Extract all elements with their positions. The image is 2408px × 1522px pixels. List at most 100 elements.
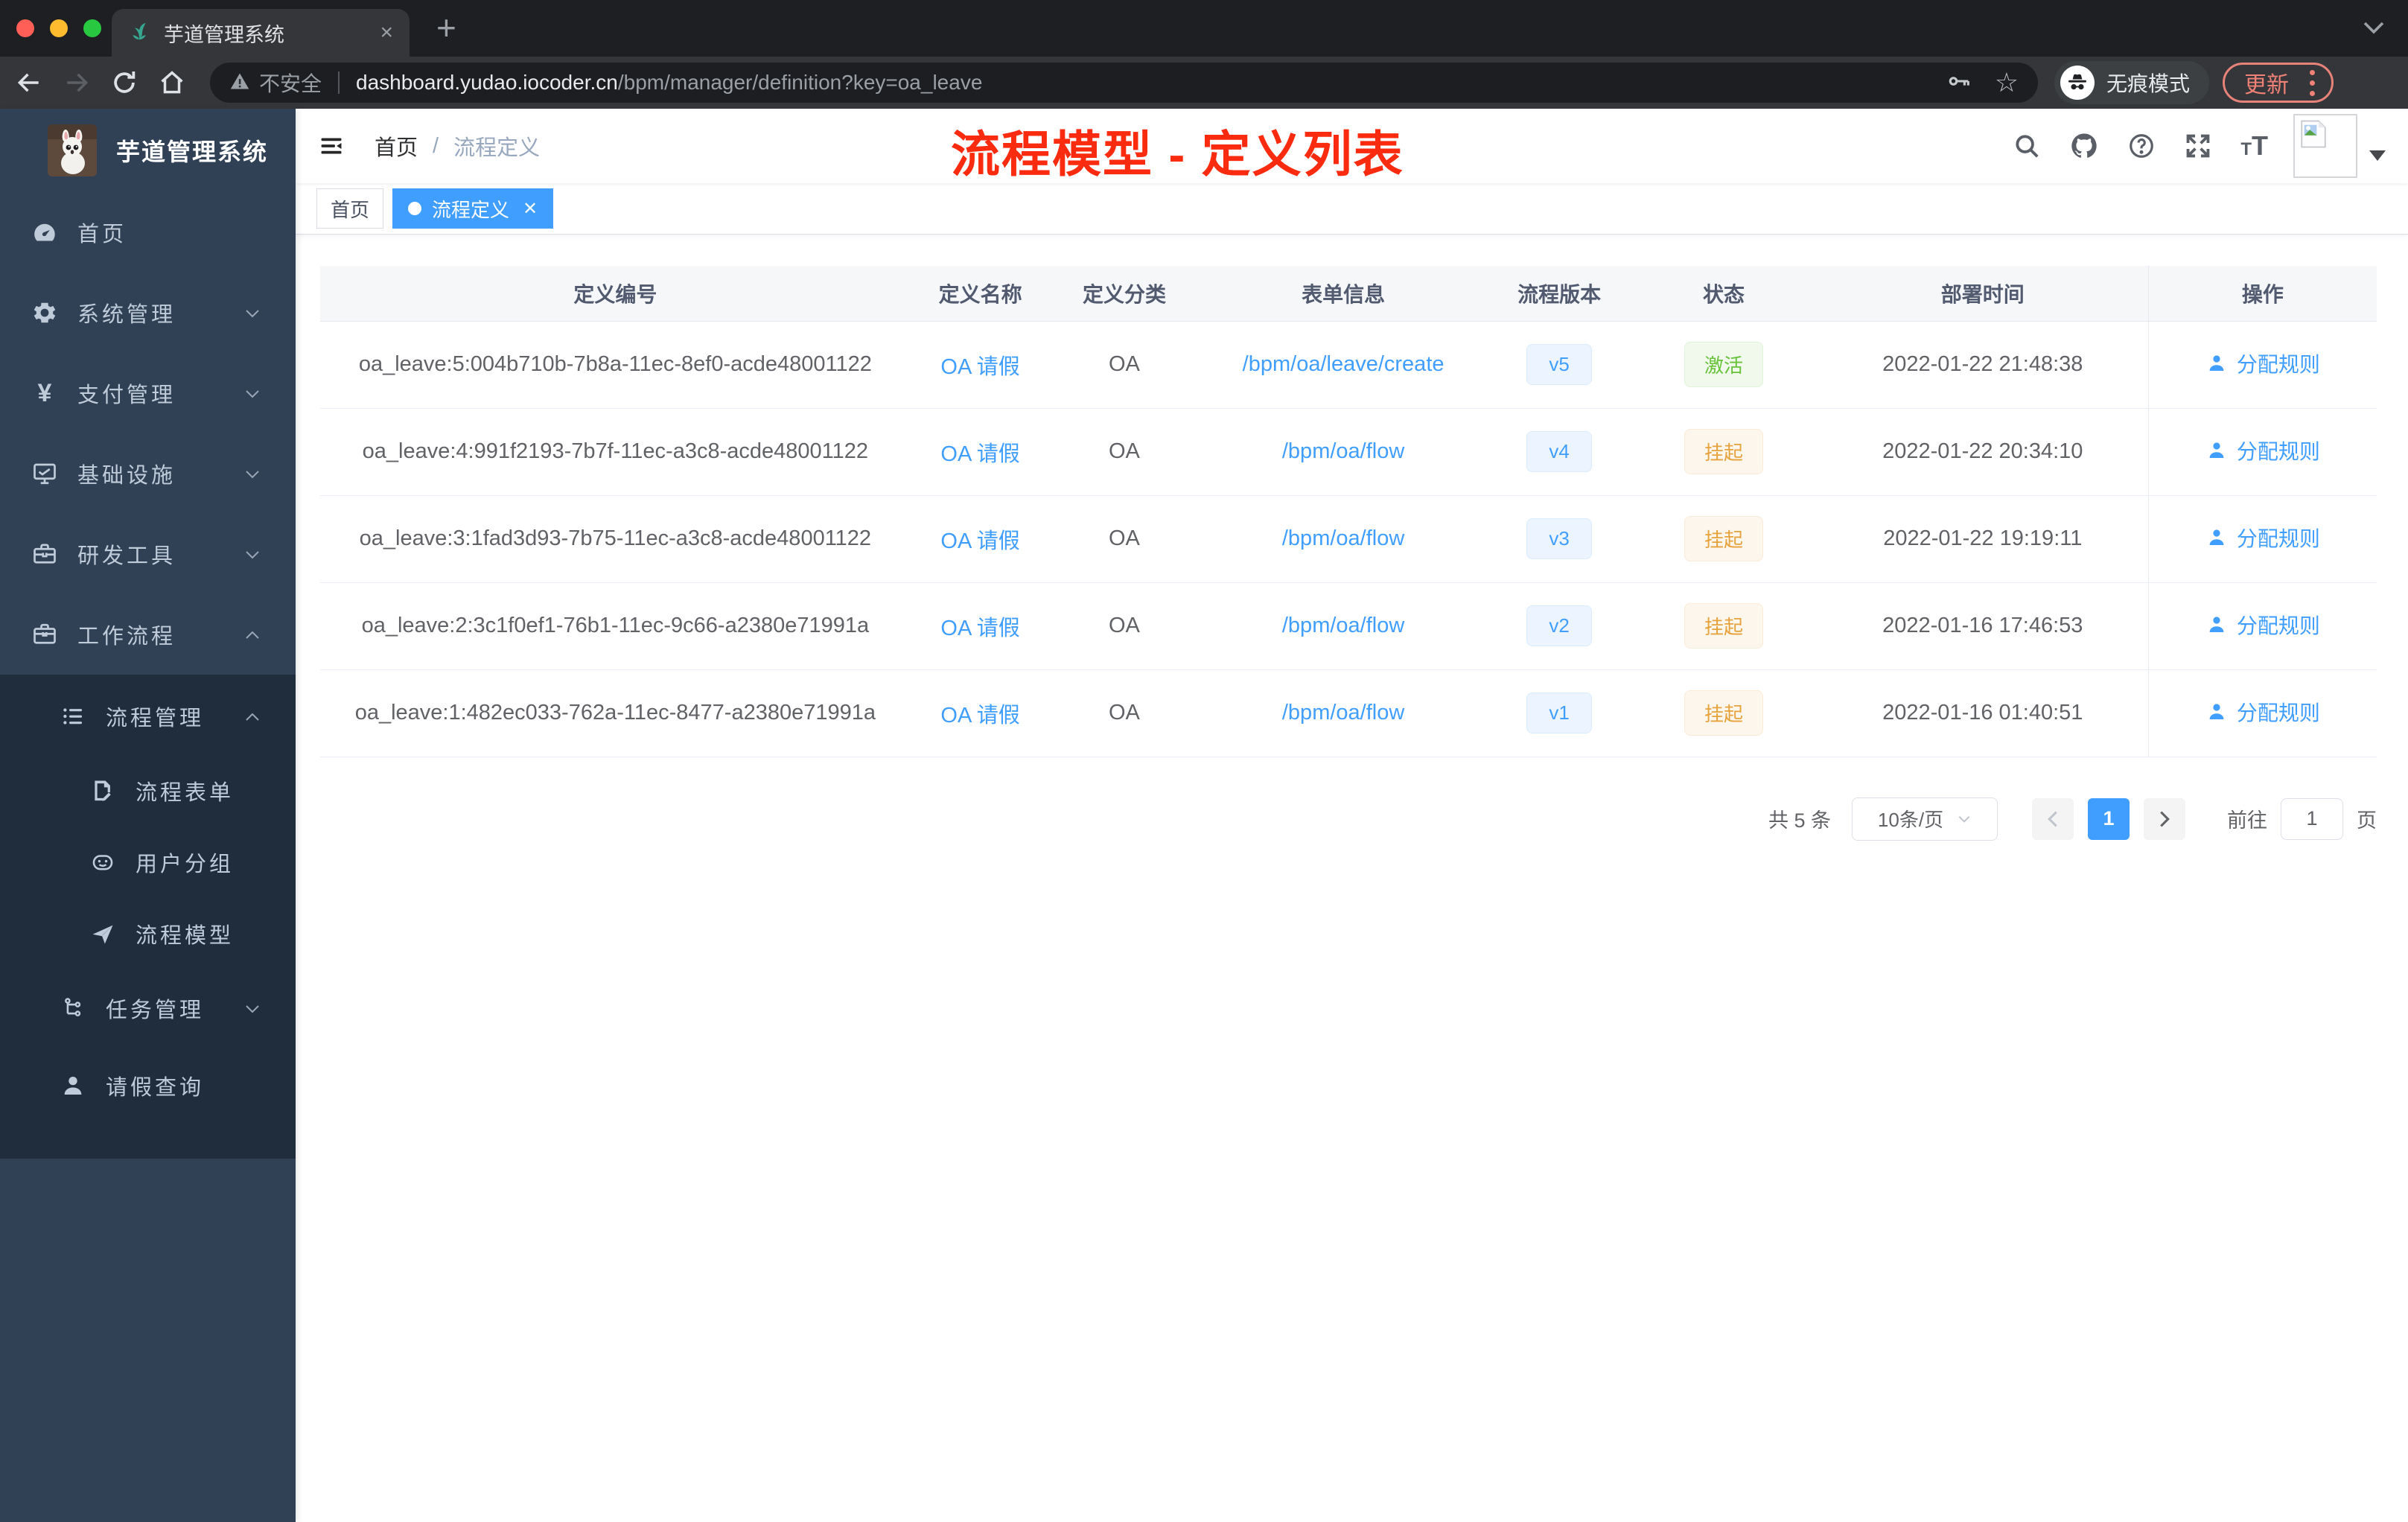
assign-rule-button[interactable]: 分配规则 xyxy=(2205,436,2320,465)
sidebar-item-system[interactable]: 系统管理 xyxy=(0,273,296,353)
close-window-button[interactable] xyxy=(16,19,34,37)
goto-page-input[interactable]: 1 xyxy=(2281,797,2343,840)
search-icon[interactable] xyxy=(2013,132,2041,160)
incognito-icon xyxy=(2060,66,2095,100)
page-size-select[interactable]: 10条/页 xyxy=(1852,797,1998,841)
col-status: 状态 xyxy=(1630,266,1818,322)
minimize-window-button[interactable] xyxy=(50,19,68,37)
font-size-icon[interactable]: TT xyxy=(2240,133,2268,159)
status-badge[interactable]: 激活 xyxy=(1684,342,1764,387)
sidebar-item-leave-query[interactable]: 请假查询 xyxy=(0,1047,296,1124)
definition-name-link[interactable]: OA 请假 xyxy=(940,442,1019,466)
breadcrumb-home[interactable]: 首页 xyxy=(375,130,418,162)
monitor-icon xyxy=(30,459,60,488)
app-logo-row[interactable]: 芋道管理系统 xyxy=(0,109,296,192)
dashboard-icon xyxy=(30,218,60,246)
form-link[interactable]: /bpm/oa/flow xyxy=(1282,439,1404,463)
form-link[interactable]: /bpm/oa/leave/create xyxy=(1243,352,1445,376)
form-link[interactable]: /bpm/oa/flow xyxy=(1282,614,1404,637)
definition-name-link[interactable]: OA 请假 xyxy=(940,355,1019,379)
table-row: oa_leave:1:482ec033-762a-11ec-8477-a2380… xyxy=(320,669,2377,757)
sidebar-item-workflow[interactable]: 工作流程 xyxy=(0,594,296,675)
sidebar-item-infrastructure[interactable]: 基础设施 xyxy=(0,433,296,514)
version-badge[interactable]: v1 xyxy=(1526,692,1593,733)
tab-close-icon[interactable]: ✕ xyxy=(523,198,538,220)
avatar-dropdown-caret-icon[interactable] xyxy=(2369,150,2386,161)
sidebar-item-process-form[interactable]: 流程表单 xyxy=(0,755,296,827)
version-badge[interactable]: v3 xyxy=(1526,518,1593,559)
sidebar: 芋道管理系统 首页 系统管理 ¥ 支付管理 基础设施 研发工具 工作流程 流程管… xyxy=(0,109,296,1522)
main-area: 流程模型 - 定义列表 首页 / 流程定义 TT 首页 流程定义 ✕ 定义编号 … xyxy=(296,109,2408,1522)
help-icon[interactable] xyxy=(2127,132,2156,160)
github-icon[interactable] xyxy=(2069,131,2099,161)
avatar[interactable] xyxy=(2293,114,2357,178)
definition-id: oa_leave:3:1fad3d93-7b75-11ec-a3c8-acde4… xyxy=(320,495,911,583)
definition-name-link[interactable]: OA 请假 xyxy=(940,617,1019,640)
tab-process-definition[interactable]: 流程定义 ✕ xyxy=(392,188,554,229)
assign-rule-button[interactable]: 分配规则 xyxy=(2205,697,2320,727)
tab-close-icon[interactable]: × xyxy=(380,22,393,44)
page-unit-label: 页 xyxy=(2357,809,2377,832)
new-tab-button[interactable]: + xyxy=(436,7,456,48)
definition-name-link[interactable]: OA 请假 xyxy=(940,704,1019,727)
pagination-total: 共 5 条 xyxy=(1768,809,1831,832)
url-text[interactable]: dashboard.yudao.iocoder.cn/bpm/manager/d… xyxy=(356,71,1947,95)
version-badge[interactable]: v5 xyxy=(1526,344,1593,385)
sidebar-item-process-management[interactable]: 流程管理 xyxy=(0,678,296,755)
browser-tab[interactable]: 芋道管理系统 × xyxy=(112,9,410,57)
annotation-title: 流程模型 - 定义列表 xyxy=(951,127,1404,182)
bookmark-star-icon[interactable]: ☆ xyxy=(1995,69,2019,96)
sidebar-item-process-model[interactable]: 流程模型 xyxy=(0,898,296,969)
window-controls[interactable] xyxy=(16,19,101,37)
breadcrumb-current: 流程定义 xyxy=(453,136,541,160)
sidebar-item-task-management[interactable]: 任务管理 xyxy=(0,969,296,1047)
definition-id: oa_leave:5:004b710b-7b8a-11ec-8ef0-acde4… xyxy=(320,321,911,409)
browser-menu-icon[interactable] xyxy=(2310,69,2316,96)
status-badge[interactable]: 挂起 xyxy=(1684,690,1764,736)
assign-rule-button[interactable]: 分配规则 xyxy=(2205,348,2320,378)
definition-id: oa_leave:2:3c1f0ef1-76b1-11ec-9c66-a2380… xyxy=(320,582,911,670)
form-link[interactable]: /bpm/oa/flow xyxy=(1282,701,1404,725)
maximize-window-button[interactable] xyxy=(83,19,101,37)
sidebar-item-home[interactable]: 首页 xyxy=(0,192,296,273)
incognito-badge[interactable]: 无痕模式 xyxy=(2054,61,2210,104)
sidebar-item-dev-tools[interactable]: 研发工具 xyxy=(0,514,296,594)
sidebar-item-user-group[interactable]: 用户分组 xyxy=(0,827,296,898)
update-label[interactable]: 更新 xyxy=(2244,66,2289,99)
definition-name-link[interactable]: OA 请假 xyxy=(940,529,1019,553)
sidebar-collapse-icon[interactable] xyxy=(318,133,345,159)
app-logo-rabbit-image xyxy=(48,124,97,176)
forward-icon[interactable] xyxy=(63,69,91,97)
table-row: oa_leave:4:991f2193-7b7f-11ec-a3c8-acde4… xyxy=(320,408,2377,496)
chevron-down-icon xyxy=(243,381,261,406)
deploy-time: 2022-01-22 20:34:10 xyxy=(1817,408,2149,496)
assign-rule-button[interactable]: 分配规则 xyxy=(2205,523,2320,553)
status-badge[interactable]: 挂起 xyxy=(1684,429,1764,474)
chrome-update-button[interactable]: 更新 xyxy=(2223,63,2334,103)
reload-icon[interactable] xyxy=(110,69,138,97)
version-badge[interactable]: v4 xyxy=(1526,431,1593,472)
home-icon[interactable] xyxy=(158,69,186,97)
prev-page-button[interactable] xyxy=(2032,797,2074,840)
sidebar-item-payment[interactable]: ¥ 支付管理 xyxy=(0,353,296,433)
status-badge[interactable]: 挂起 xyxy=(1684,603,1764,649)
status-badge[interactable]: 挂起 xyxy=(1684,516,1764,561)
address-bar[interactable]: 不安全 dashboard.yudao.iocoder.cn/bpm/manag… xyxy=(210,63,2038,103)
security-label[interactable]: 不安全 xyxy=(259,68,322,98)
tab-search-chevron-icon[interactable] xyxy=(2360,16,2387,42)
incognito-label: 无痕模式 xyxy=(2106,72,2191,95)
col-definition-category: 定义分类 xyxy=(1050,266,1199,322)
next-page-button[interactable] xyxy=(2144,797,2185,840)
breadcrumb: 首页 / 流程定义 xyxy=(375,130,540,162)
key-icon[interactable] xyxy=(1947,69,1972,98)
fullscreen-icon[interactable] xyxy=(2184,132,2212,160)
definition-table: 定义编号 定义名称 定义分类 表单信息 流程版本 状态 部署时间 操作 oa_l xyxy=(320,266,2377,757)
form-link[interactable]: /bpm/oa/flow xyxy=(1282,526,1404,550)
assign-rule-button[interactable]: 分配规则 xyxy=(2205,610,2320,640)
version-badge[interactable]: v2 xyxy=(1526,605,1593,646)
security-warning-icon[interactable] xyxy=(229,71,250,95)
page-number-button[interactable]: 1 xyxy=(2088,797,2130,840)
list-icon xyxy=(58,702,88,730)
tab-home[interactable]: 首页 xyxy=(316,188,384,229)
back-icon[interactable] xyxy=(15,69,43,97)
